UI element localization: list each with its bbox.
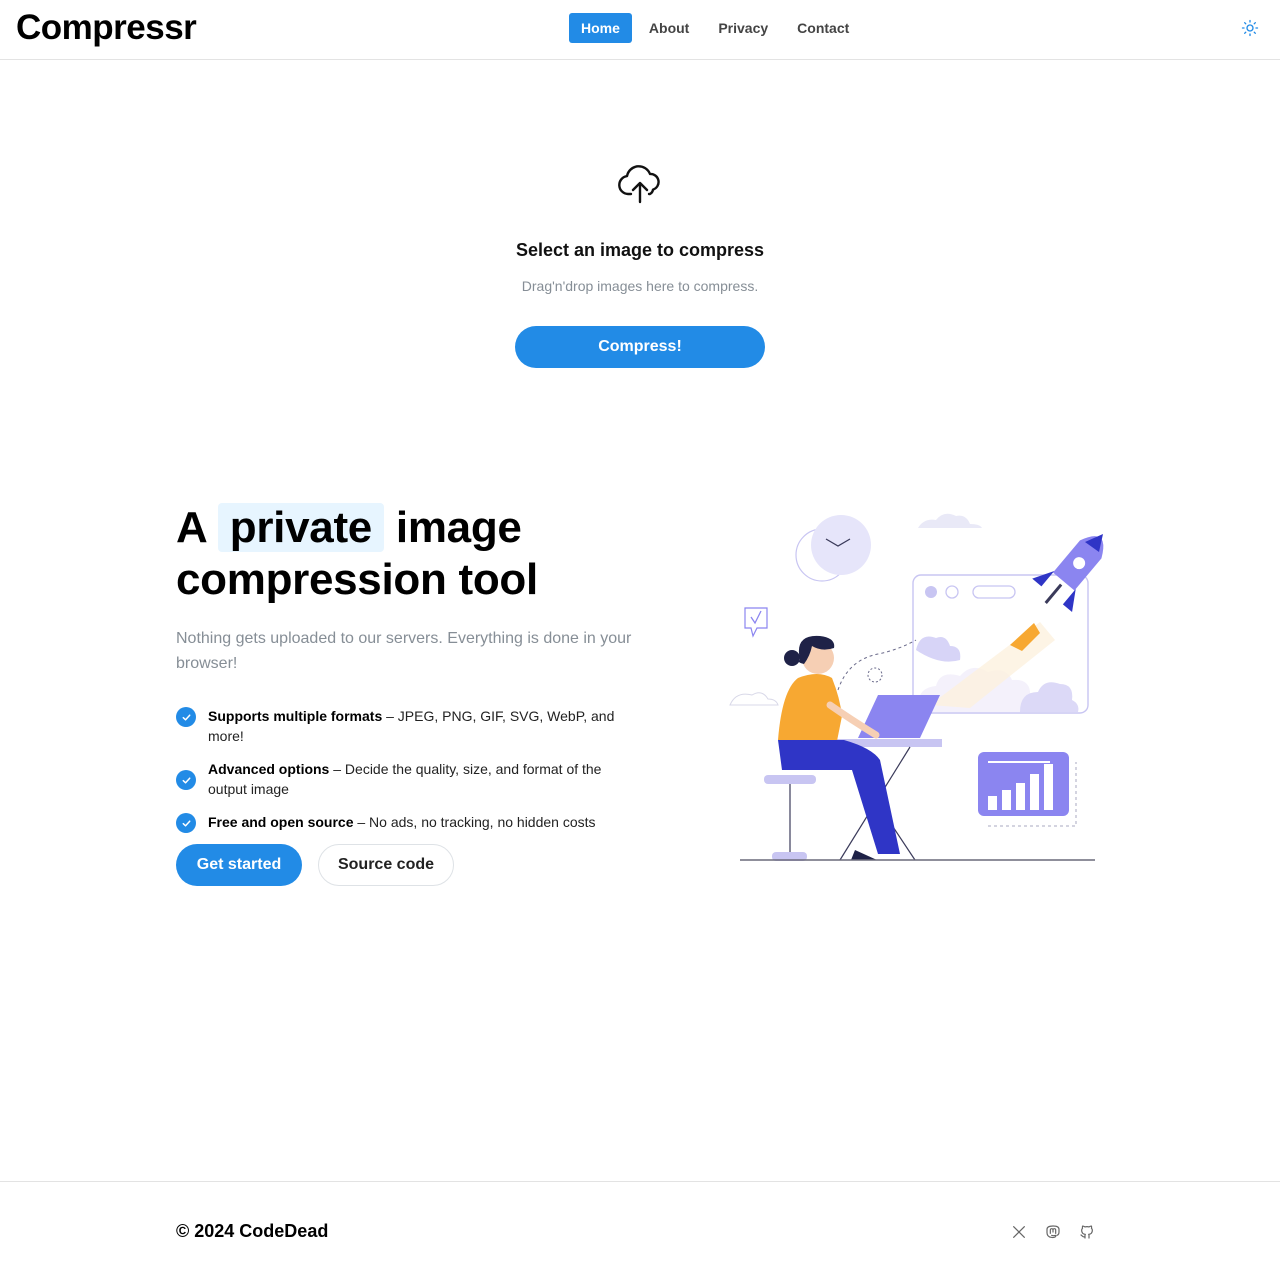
- brand-logo[interactable]: Compressr: [16, 8, 197, 48]
- feature-list: Supports multiple formats – JPEG, PNG, G…: [176, 706, 636, 845]
- mastodon-icon: [1046, 1225, 1060, 1239]
- github-link[interactable]: [1077, 1222, 1097, 1242]
- cloud-upload-icon: [618, 165, 660, 204]
- feature-item: Supports multiple formats – JPEG, PNG, G…: [176, 706, 636, 746]
- hero-illustration: [729, 513, 1104, 861]
- mastodon-link[interactable]: [1043, 1222, 1063, 1242]
- nav-about[interactable]: About: [637, 13, 701, 43]
- dropzone-title: Select an image to compress: [515, 240, 765, 260]
- feature-item: Advanced options – Decide the quality, s…: [176, 759, 636, 799]
- copyright-text: © 2024 CodeDead: [176, 1221, 329, 1241]
- github-icon: [1080, 1225, 1093, 1239]
- sun-icon: [1241, 19, 1259, 37]
- nav-home[interactable]: Home: [569, 13, 632, 43]
- feature-title: Advanced options: [208, 761, 330, 777]
- nav-contact[interactable]: Contact: [785, 13, 861, 43]
- nav-privacy[interactable]: Privacy: [706, 13, 780, 43]
- feature-title: Free and open source: [208, 814, 354, 830]
- hero-title-highlight: private: [217, 503, 384, 552]
- check-icon: [176, 770, 196, 790]
- hero-title-prefix: A: [176, 503, 206, 552]
- header: Compressr Home About Privacy Contact: [0, 0, 1280, 60]
- feature-item: Free and open source – No ads, no tracki…: [176, 812, 636, 833]
- image-dropzone[interactable]: Select an image to compress Drag'n'drop …: [440, 150, 840, 390]
- feature-text: – No ads, no tracking, no hidden costs: [353, 814, 596, 830]
- hero-title: A private image compression tool: [176, 502, 676, 606]
- theme-toggle-button[interactable]: [1238, 16, 1262, 40]
- compress-button[interactable]: Compress!: [515, 326, 765, 368]
- feature-title: Supports multiple formats: [208, 708, 383, 724]
- get-started-button[interactable]: Get started: [176, 844, 302, 886]
- hero-subtitle: Nothing gets uploaded to our servers. Ev…: [176, 630, 632, 672]
- main-nav: Home About Privacy Contact: [569, 13, 866, 43]
- footer: © 2024 CodeDead: [0, 1181, 1280, 1280]
- dropzone-subtitle: Drag'n'drop images here to compress.: [521, 278, 759, 294]
- x-link[interactable]: [1009, 1222, 1029, 1242]
- check-icon: [176, 813, 196, 833]
- source-code-button[interactable]: Source code: [318, 844, 454, 886]
- check-icon: [176, 707, 196, 727]
- x-icon: [1013, 1226, 1025, 1238]
